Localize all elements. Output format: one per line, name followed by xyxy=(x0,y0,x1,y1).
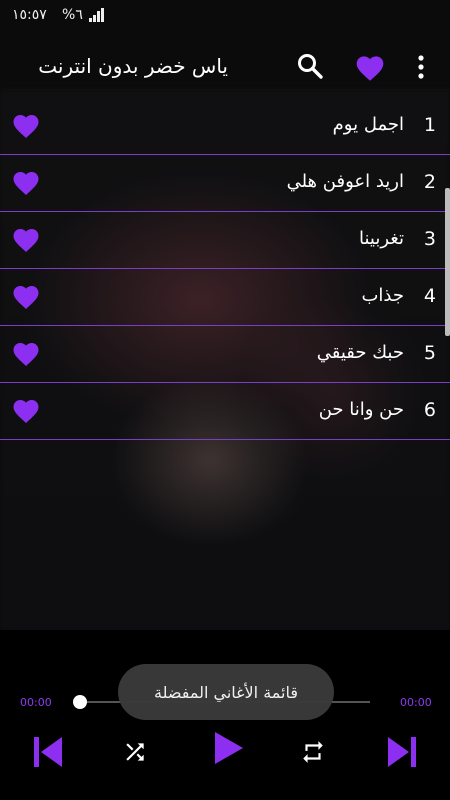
more-vert-icon[interactable] xyxy=(414,52,428,82)
toast-message: قائمة الأغاني المفضلة xyxy=(118,664,334,720)
song-row[interactable]: 4 جذاب xyxy=(0,269,450,326)
song-row[interactable]: 1 اجمل يوم xyxy=(0,98,450,155)
song-number: 3 xyxy=(423,228,436,250)
song-number: 5 xyxy=(423,342,436,364)
toast-text: قائمة الأغاني المفضلة xyxy=(154,682,298,702)
scrollbar-thumb[interactable] xyxy=(445,188,450,336)
repeat-icon[interactable] xyxy=(298,739,328,765)
total-duration: 00:00 xyxy=(400,696,432,709)
skip-next-icon[interactable] xyxy=(386,735,418,769)
favorite-heart-icon[interactable] xyxy=(11,225,41,253)
song-title: اريد اعوفن هلي xyxy=(286,171,404,192)
song-list: 1 اجمل يوم 2 اريد اعوفن هلي 3 تغربينا 4 … xyxy=(0,98,450,440)
favorite-heart-icon[interactable] xyxy=(11,282,41,310)
play-icon[interactable] xyxy=(212,731,244,765)
skip-previous-icon[interactable] xyxy=(32,735,64,769)
song-title: حن وانا حن xyxy=(318,399,404,420)
song-number: 4 xyxy=(423,285,436,307)
battery-level: %٦ xyxy=(62,7,83,23)
app-screen: ١٥:٥٧ %٦ ياس خضر بدون انترنت 1 اجمل يوم xyxy=(0,0,450,800)
favorites-heart-icon[interactable] xyxy=(354,52,386,82)
song-number: 2 xyxy=(423,171,436,193)
song-title: تغربينا xyxy=(359,228,404,249)
seek-bar-thumb[interactable] xyxy=(73,695,87,709)
song-title: اجمل يوم xyxy=(332,114,404,135)
signal-icon xyxy=(89,8,104,22)
page-title: ياس خضر بدون انترنت xyxy=(38,54,228,78)
favorite-heart-icon[interactable] xyxy=(11,396,41,424)
favorite-heart-icon[interactable] xyxy=(11,339,41,367)
search-icon[interactable] xyxy=(296,52,324,80)
song-row[interactable]: 6 حن وانا حن xyxy=(0,383,450,440)
status-bar: ١٥:٥٧ %٦ xyxy=(0,0,450,34)
favorite-heart-icon[interactable] xyxy=(11,111,41,139)
song-number: 6 xyxy=(423,399,436,421)
favorite-heart-icon[interactable] xyxy=(11,168,41,196)
elapsed-time: 00:00 xyxy=(20,696,52,709)
app-bar: ياس خضر بدون انترنت xyxy=(0,34,450,96)
song-row[interactable]: 3 تغربينا xyxy=(0,212,450,269)
status-time: ١٥:٥٧ xyxy=(12,7,47,23)
shuffle-icon[interactable] xyxy=(120,739,150,765)
song-number: 1 xyxy=(423,114,436,136)
song-title: جذاب xyxy=(361,285,404,306)
song-title: حبك حقيقي xyxy=(316,342,404,363)
song-row[interactable]: 2 اريد اعوفن هلي xyxy=(0,155,450,212)
song-row[interactable]: 5 حبك حقيقي xyxy=(0,326,450,383)
